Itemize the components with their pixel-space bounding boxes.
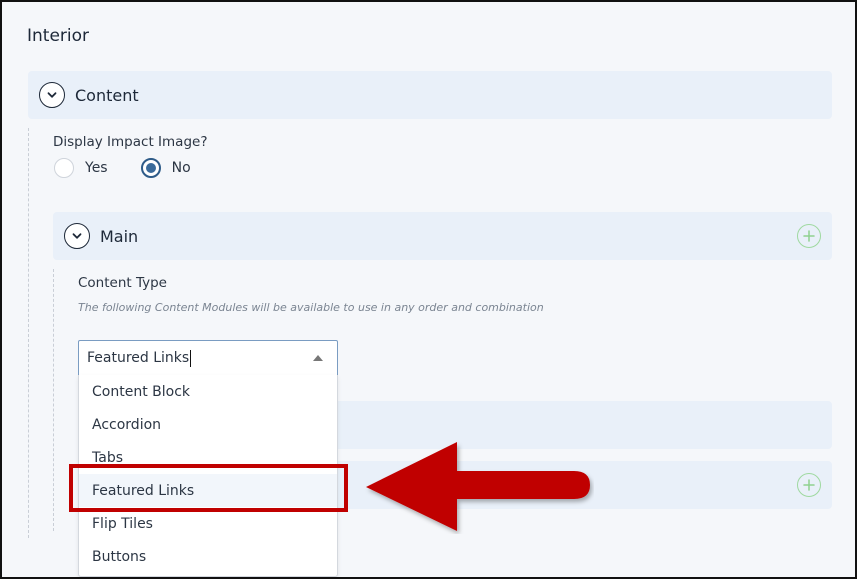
main-panel-header[interactable]: Main xyxy=(53,212,832,260)
radio-no-label: No xyxy=(171,160,191,176)
display-impact-image-label: Display Impact Image? xyxy=(53,134,208,150)
content-panel-title: Content xyxy=(75,85,139,105)
dropdown-option[interactable]: Accordion xyxy=(79,408,337,441)
display-impact-image-radio-group: Yes No xyxy=(54,158,191,178)
content-type-select-value: Featured Links xyxy=(87,350,190,366)
content-type-select[interactable]: Featured Links xyxy=(78,340,338,376)
chevron-down-icon[interactable] xyxy=(64,223,90,249)
chevron-down-icon[interactable] xyxy=(39,82,65,108)
screenshot-frame: Interior Content Display Impact Image? Y… xyxy=(0,0,857,579)
content-panel-header[interactable]: Content xyxy=(28,71,832,119)
text-cursor xyxy=(190,349,192,367)
radio-yes-label: Yes xyxy=(85,160,108,176)
main-panel-guide-line xyxy=(53,269,54,531)
page-title: Interior xyxy=(27,26,90,46)
plus-circle-icon[interactable] xyxy=(797,473,821,497)
plus-circle-icon[interactable] xyxy=(797,224,821,248)
radio-no[interactable]: No xyxy=(140,158,191,178)
caret-up-icon[interactable] xyxy=(313,355,323,361)
annotation-highlight-box xyxy=(69,464,348,512)
annotation-arrow-icon xyxy=(366,442,590,531)
radio-yes[interactable]: Yes xyxy=(54,158,108,178)
dropdown-option[interactable]: Buttons xyxy=(79,540,337,573)
main-panel-title: Main xyxy=(100,226,139,246)
radio-no-button[interactable] xyxy=(140,158,161,178)
dropdown-option[interactable]: Content Block xyxy=(79,375,337,408)
content-type-help-text: The following Content Modules will be av… xyxy=(78,301,544,314)
radio-yes-button[interactable] xyxy=(54,158,74,178)
content-type-label: Content Type xyxy=(78,275,167,291)
content-panel-guide-line xyxy=(28,128,29,538)
